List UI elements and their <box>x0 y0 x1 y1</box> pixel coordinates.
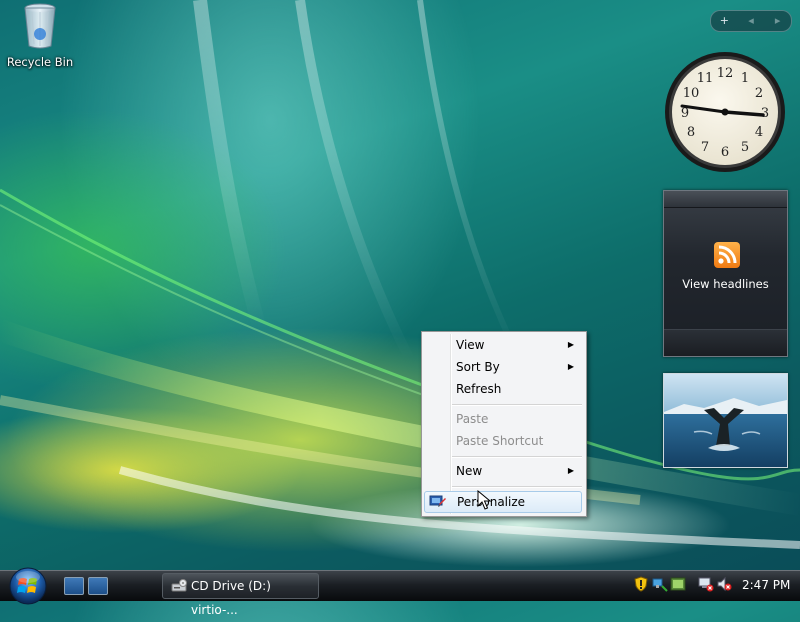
view-headlines-link[interactable]: View headlines <box>664 277 787 291</box>
volume-muted-icon[interactable] <box>716 576 732 592</box>
clock-numeral: 6 <box>721 145 729 160</box>
next-page-button[interactable]: ▸ <box>764 11 791 31</box>
clock-numeral: 4 <box>755 125 763 140</box>
clock-numeral: 5 <box>741 140 749 155</box>
whale-tail-photo <box>664 374 787 467</box>
menu-item-label: Refresh <box>456 382 502 396</box>
windows-defender-icon[interactable] <box>670 576 686 592</box>
feed-headlines-gadget[interactable]: View headlines <box>663 190 788 357</box>
rss-icon <box>714 242 740 268</box>
clock-numeral: 7 <box>701 140 709 155</box>
submenu-arrow-icon: ▶ <box>567 362 574 371</box>
clock-numeral: 12 <box>717 66 734 81</box>
add-gadget-button[interactable]: + <box>711 11 738 31</box>
clock-numeral: 11 <box>697 71 714 86</box>
network-icon[interactable] <box>652 576 668 592</box>
menu-item-label: New <box>456 464 483 478</box>
menu-item-label: View <box>456 338 485 352</box>
clock-numeral: 1 <box>741 71 749 86</box>
desktop-icon-recycle-bin[interactable]: Recycle Bin <box>6 2 74 69</box>
sidebar-controls: + ◂ ▸ <box>710 10 792 32</box>
submenu-arrow-icon: ▶ <box>567 466 574 475</box>
switch-windows-icon[interactable] <box>88 577 108 595</box>
previous-page-button[interactable]: ◂ <box>738 11 765 31</box>
menu-item-label: Personalize <box>457 495 526 509</box>
desktop-context-menu: View ▶ Sort By ▶ Refresh Paste Paste Sho… <box>421 331 587 517</box>
slideshow-gadget[interactable] <box>663 373 788 468</box>
menu-item-view[interactable]: View ▶ <box>424 334 582 356</box>
clock-numeral: 2 <box>755 86 763 101</box>
desktop-icon-label: Recycle Bin <box>6 55 74 69</box>
taskbar-clock[interactable]: 2:47 PM <box>742 572 790 598</box>
cd-drive-icon <box>171 578 187 602</box>
gadget-header <box>664 191 787 208</box>
menu-item-label: Sort By <box>456 360 500 374</box>
menu-item-refresh[interactable]: Refresh <box>424 378 582 400</box>
start-orb-icon[interactable] <box>8 566 48 606</box>
clock-gadget[interactable]: 12 1 2 3 4 5 6 7 8 9 10 11 <box>662 50 788 174</box>
recycle-bin-icon <box>24 3 56 49</box>
menu-separator <box>452 404 582 406</box>
menu-item-personalize[interactable]: Personalize <box>424 491 582 513</box>
personalize-icon <box>429 494 447 516</box>
security-shield-icon[interactable] <box>634 576 648 592</box>
system-tray: 2:47 PM <box>620 572 800 598</box>
menu-item-paste: Paste <box>424 408 582 430</box>
submenu-arrow-icon: ▶ <box>567 340 574 349</box>
menu-item-new[interactable]: New ▶ <box>424 460 582 482</box>
menu-item-sort-by[interactable]: Sort By ▶ <box>424 356 582 378</box>
menu-separator <box>452 486 582 488</box>
show-desktop-icon[interactable] <box>64 577 84 595</box>
menu-item-label: Paste <box>456 412 489 426</box>
taskbar-button-label: CD Drive (D:) virtio-... <box>191 579 271 617</box>
menu-separator <box>452 456 582 458</box>
taskbar-button-cd-drive[interactable]: CD Drive (D:) virtio-... <box>162 573 319 617</box>
mouse-cursor-icon <box>477 490 491 510</box>
network-disconnected-icon[interactable] <box>698 576 714 592</box>
gadget-footer <box>664 329 787 356</box>
menu-item-label: Paste Shortcut <box>456 434 544 448</box>
menu-item-paste-shortcut: Paste Shortcut <box>424 430 582 452</box>
clock-numeral: 8 <box>687 125 695 140</box>
clock-numeral: 10 <box>683 86 700 101</box>
